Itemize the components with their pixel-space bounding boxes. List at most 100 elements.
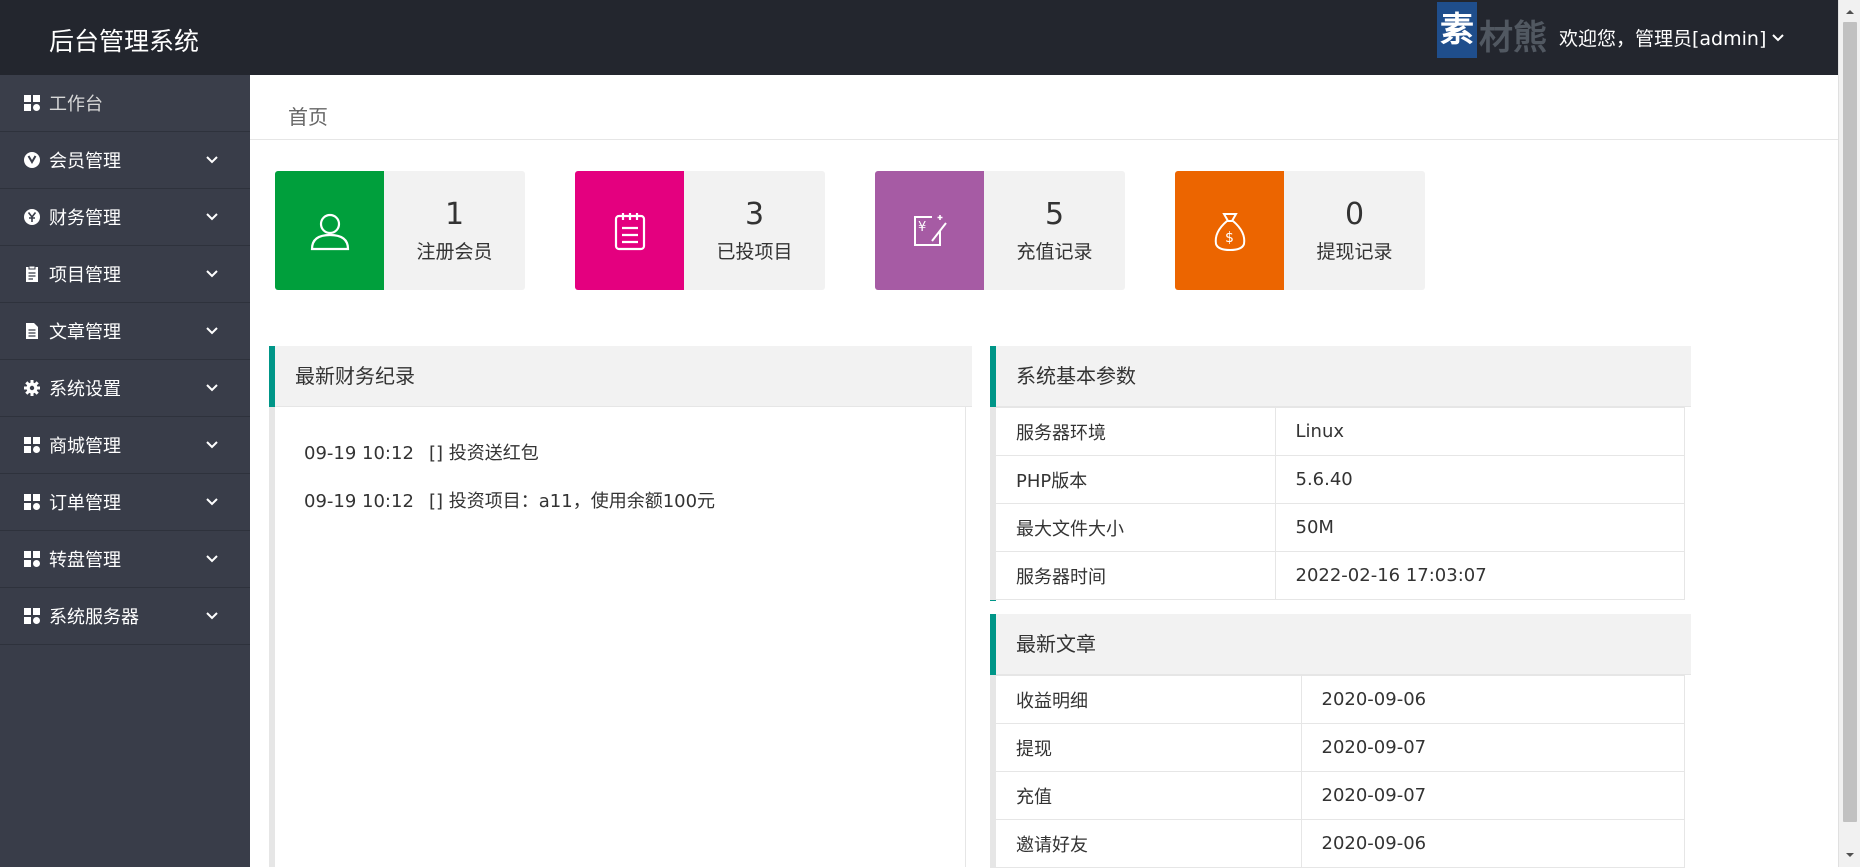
breadcrumb-home[interactable]: 首页 bbox=[288, 101, 328, 130]
page-scrollbar[interactable] bbox=[1838, 0, 1860, 867]
scrollbar-thumb[interactable] bbox=[1843, 22, 1857, 822]
user-icon bbox=[275, 171, 384, 290]
param-key: 服务器环境 bbox=[992, 407, 1276, 456]
sidebar-item-wheel[interactable]: 转盘管理 bbox=[0, 531, 250, 588]
sidebar-item-projects[interactable]: 项目管理 bbox=[0, 246, 250, 303]
latest-articles-panel: 最新文章 收益明细 2020-09-06 提现 2020-09-07 充值 2020-… bbox=[990, 614, 1691, 868]
sidebar-item-workbench[interactable]: 工作台 bbox=[0, 75, 250, 132]
sidebar-item-mall[interactable]: 商城管理 bbox=[0, 417, 250, 474]
sidebar-item-label: 财务管理 bbox=[49, 208, 121, 229]
param-key: 服务器时间 bbox=[992, 551, 1276, 600]
sidebar-item-label: 系统服务器 bbox=[49, 607, 139, 628]
sidebar-item-label: 会员管理 bbox=[49, 151, 121, 172]
table-row[interactable]: 充值 2020-09-07 bbox=[992, 771, 1685, 820]
stat-value: 1 bbox=[444, 197, 465, 232]
recharge-icon: ¥ bbox=[875, 171, 984, 290]
breadcrumb: 首页 bbox=[250, 75, 1838, 140]
article-title[interactable]: 提现 bbox=[992, 723, 1302, 772]
record-time: 09-19 10:12 bbox=[304, 491, 414, 512]
system-params-table: 服务器环境 Linux PHP版本 5.6.40 最大文件大小 50M 服务器时间 20… bbox=[990, 407, 1685, 600]
table-row[interactable]: 提现 2020-09-07 bbox=[992, 723, 1685, 772]
notepad-icon bbox=[575, 171, 684, 290]
article-date: 2020-09-06 bbox=[1300, 819, 1685, 868]
list-item: 09-19 10:12 [] 投资项目：a11，使用余额100元 bbox=[304, 487, 715, 513]
param-value: 5.6.40 bbox=[1274, 455, 1685, 504]
table-row: 服务器环境 Linux bbox=[992, 407, 1685, 456]
sidebar-item-label: 文章管理 bbox=[49, 322, 121, 343]
stat-card-projects[interactable]: 3 已投项目 bbox=[575, 171, 825, 290]
table-row: 最大文件大小 50M bbox=[992, 503, 1685, 552]
stat-value: 3 bbox=[744, 197, 765, 232]
table-row: 服务器时间 2022-02-16 17:03:07 bbox=[992, 551, 1685, 600]
table-row[interactable]: 邀请好友 2020-09-06 bbox=[992, 819, 1685, 868]
param-value: Linux bbox=[1274, 407, 1685, 456]
chevron-down-icon bbox=[206, 612, 218, 620]
sidebar-item-servers[interactable]: 系统服务器 bbox=[0, 588, 250, 645]
stat-label: 提现记录 bbox=[1316, 241, 1393, 263]
watermark-logo: 素 材熊 bbox=[1437, 2, 1555, 60]
article-date: 2020-09-07 bbox=[1300, 771, 1685, 820]
finance-records-panel: 最新财务纪录 09-19 10:12 [] 投资送红包 09-19 10:12 []… bbox=[269, 346, 972, 867]
svg-text:$: $ bbox=[1225, 230, 1234, 246]
chevron-down-icon bbox=[206, 384, 218, 392]
panel-title: 最新财务纪录 bbox=[275, 346, 972, 407]
stat-value: 0 bbox=[1344, 197, 1365, 232]
user-menu[interactable]: 欢迎您，管理员[admin] bbox=[1559, 24, 1786, 51]
sidebar: 工作台 会员管理 财务管理 项目管理 文章管理 系统设置 商城管理 订单管理 转… bbox=[0, 75, 250, 867]
finance-icon bbox=[22, 207, 42, 227]
chevron-down-icon bbox=[206, 213, 218, 221]
stat-card-withdraw[interactable]: $ 0 提现记录 bbox=[1175, 171, 1425, 290]
articles-table: 收益明细 2020-09-06 提现 2020-09-07 充值 2020-09-07… bbox=[990, 675, 1685, 868]
gear-icon bbox=[22, 378, 42, 398]
chevron-down-icon bbox=[206, 270, 218, 278]
chevron-down-icon bbox=[206, 441, 218, 449]
watermark-char: 素 bbox=[1437, 2, 1477, 58]
grid-icon bbox=[22, 549, 42, 569]
record-text: [] 投资项目：a11，使用余额100元 bbox=[429, 491, 716, 512]
sidebar-item-articles[interactable]: 文章管理 bbox=[0, 303, 250, 360]
panel-title: 最新文章 bbox=[996, 614, 1691, 675]
scroll-down-arrow-icon[interactable] bbox=[1844, 849, 1856, 861]
list-item: 09-19 10:12 [] 投资送红包 bbox=[304, 439, 539, 465]
sidebar-item-orders[interactable]: 订单管理 bbox=[0, 474, 250, 531]
table-row[interactable]: 收益明细 2020-09-06 bbox=[992, 675, 1685, 724]
table-row: PHP版本 5.6.40 bbox=[992, 455, 1685, 504]
chevron-down-icon bbox=[206, 555, 218, 563]
stat-card-members[interactable]: 1 注册会员 bbox=[275, 171, 525, 290]
param-value: 2022-02-16 17:03:07 bbox=[1274, 551, 1685, 600]
user-menu-label: 欢迎您，管理员[admin] bbox=[1559, 28, 1767, 50]
money-bag-icon: $ bbox=[1175, 171, 1284, 290]
app-title: 后台管理系统 bbox=[49, 27, 200, 56]
stat-value: 5 bbox=[1044, 197, 1065, 232]
article-title[interactable]: 收益明细 bbox=[992, 675, 1302, 724]
dashboard-icon bbox=[22, 93, 42, 113]
scroll-up-arrow-icon[interactable] bbox=[1844, 6, 1856, 18]
sidebar-item-members[interactable]: 会员管理 bbox=[0, 132, 250, 189]
stat-card-recharge[interactable]: ¥ 5 充值记录 bbox=[875, 171, 1125, 290]
stat-label: 已投项目 bbox=[716, 241, 793, 263]
record-time: 09-19 10:12 bbox=[304, 443, 414, 464]
sidebar-item-label: 商城管理 bbox=[49, 436, 121, 457]
chevron-down-icon bbox=[206, 156, 218, 164]
grid-icon bbox=[22, 606, 42, 626]
param-value: 50M bbox=[1274, 503, 1685, 552]
grid-icon bbox=[22, 435, 42, 455]
sidebar-item-finance[interactable]: 财务管理 bbox=[0, 189, 250, 246]
sidebar-item-settings[interactable]: 系统设置 bbox=[0, 360, 250, 417]
param-key: 最大文件大小 bbox=[992, 503, 1276, 552]
sidebar-item-label: 系统设置 bbox=[49, 379, 121, 400]
grid-icon bbox=[22, 492, 42, 512]
article-title[interactable]: 邀请好友 bbox=[992, 819, 1302, 868]
sidebar-item-label: 工作台 bbox=[49, 94, 103, 115]
article-title[interactable]: 充值 bbox=[992, 771, 1302, 820]
finance-records-list: 09-19 10:12 [] 投资送红包 09-19 10:12 [] 投资项目：a… bbox=[269, 407, 966, 867]
top-header: 后台管理系统 素 材熊 欢迎您，管理员[admin] bbox=[0, 0, 1838, 75]
sidebar-item-label: 项目管理 bbox=[49, 265, 121, 286]
member-icon bbox=[22, 150, 42, 170]
chevron-down-icon bbox=[206, 498, 218, 506]
sidebar-item-label: 转盘管理 bbox=[49, 550, 121, 571]
article-date: 2020-09-07 bbox=[1300, 723, 1685, 772]
article-date: 2020-09-06 bbox=[1300, 675, 1685, 724]
watermark-rest: 材熊 bbox=[1479, 18, 1547, 58]
clipboard-icon bbox=[22, 264, 42, 284]
